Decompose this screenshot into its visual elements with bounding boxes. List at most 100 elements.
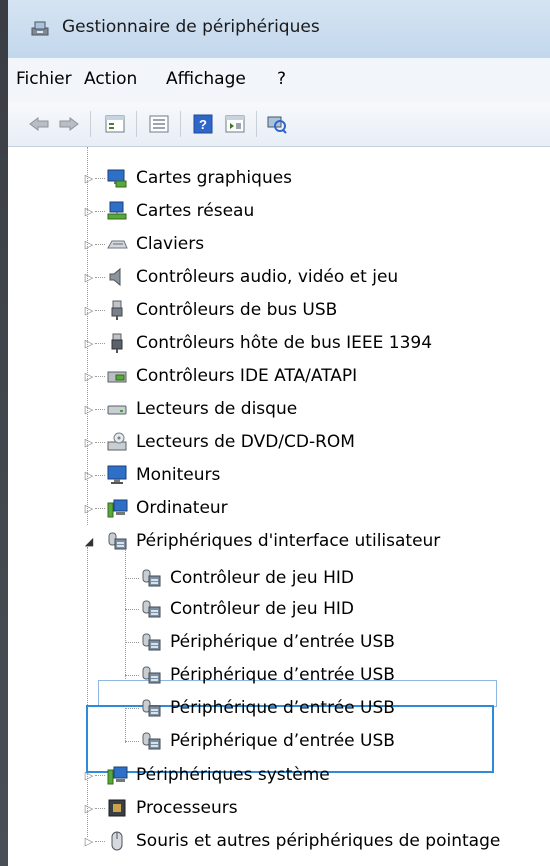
tree-item-label[interactable]: Claviers <box>136 234 204 254</box>
expand-arrow-icon[interactable]: ▷ <box>82 204 96 218</box>
scan-hardware-icon[interactable] <box>264 111 290 137</box>
title-bar[interactable]: Gestionnaire de périphériques <box>8 0 550 58</box>
processor-icon <box>108 799 126 817</box>
tree-item-label[interactable]: Périphériques système <box>136 765 330 785</box>
tree-line <box>95 442 105 444</box>
device-tree[interactable]: ▷ Cartes graphiques ▷ Cartes réseau ▷ Cl… <box>8 147 550 866</box>
tree-child-label[interactable]: Périphérique d’entrée USB <box>170 698 395 718</box>
action-pane-icon[interactable] <box>222 111 248 137</box>
tree-item-label[interactable]: Cartes graphiques <box>136 168 292 188</box>
expand-arrow-icon[interactable]: ▷ <box>82 369 96 383</box>
firewire-connector-icon <box>111 333 123 353</box>
monitor-icon <box>107 465 127 484</box>
toolbar-separator <box>136 111 137 137</box>
tree-line <box>95 841 105 843</box>
tree-line <box>125 578 139 580</box>
expand-arrow-icon[interactable]: ▷ <box>82 237 96 251</box>
svg-text:?: ? <box>199 117 207 132</box>
tree-line <box>95 508 105 510</box>
tree-line <box>125 642 139 644</box>
computer-icon <box>107 499 128 518</box>
tree-line <box>87 547 89 837</box>
expand-arrow-icon[interactable]: ▷ <box>82 468 96 482</box>
speaker-icon <box>109 267 121 287</box>
properties-view-icon[interactable] <box>102 111 128 137</box>
ide-controller-icon <box>107 371 127 383</box>
tree-item-label[interactable]: Processeurs <box>136 798 238 818</box>
collapse-arrow-icon[interactable]: ◢ <box>82 534 96 548</box>
tree-item-label[interactable]: Moniteurs <box>136 465 220 485</box>
tree-item-label[interactable]: Contrôleurs audio, vidéo et jeu <box>136 267 398 287</box>
tree-line <box>125 609 139 611</box>
expand-arrow-icon[interactable]: ▷ <box>82 768 96 782</box>
keyboard-icon <box>107 240 128 249</box>
back-arrow-icon[interactable] <box>26 111 52 137</box>
expand-arrow-icon[interactable]: ▷ <box>82 336 96 350</box>
expand-arrow-icon[interactable]: ▷ <box>82 270 96 284</box>
tree-line <box>125 741 139 743</box>
dvd-drive-icon <box>107 432 127 451</box>
tree-line <box>95 211 105 213</box>
hid-device-icon <box>142 732 161 750</box>
tree-line <box>95 244 105 246</box>
hid-device-icon <box>108 532 127 550</box>
usb-connector-icon <box>111 300 123 320</box>
tree-item-label[interactable]: Périphériques d'interface utilisateur <box>136 531 440 551</box>
tree-item-label[interactable]: Lecteurs de DVD/CD-ROM <box>136 432 355 452</box>
menu-action[interactable]: Action <box>84 69 137 89</box>
tree-item-label[interactable]: Souris et autres périphériques de pointa… <box>136 831 500 851</box>
tree-item-label[interactable]: Lecteurs de disque <box>136 399 297 419</box>
tree-line <box>95 376 105 378</box>
tree-line <box>95 775 105 777</box>
toolbar: ? <box>8 102 550 147</box>
tree-item-label[interactable]: Contrôleurs de bus USB <box>136 300 337 320</box>
disk-drive-icon <box>107 405 127 415</box>
tree-child-label[interactable]: Périphérique d’entrée USB <box>170 731 395 751</box>
tree-child-label[interactable]: Périphérique d’entrée USB <box>170 665 395 685</box>
tree-line <box>95 343 105 345</box>
hid-device-icon <box>142 633 161 651</box>
expand-arrow-icon[interactable]: ▷ <box>82 402 96 416</box>
tree-line <box>95 475 105 477</box>
window-frame-left <box>0 0 8 866</box>
tree-child-label[interactable]: Périphérique d’entrée USB <box>170 632 395 652</box>
tree-item-label[interactable]: Contrôleurs IDE ATA/ATAPI <box>136 366 357 386</box>
help-icon[interactable]: ? <box>190 111 216 137</box>
menu-bar: Fichier Action Affichage ? <box>8 58 550 103</box>
hid-device-icon <box>142 699 161 717</box>
tree-line <box>95 409 105 411</box>
expand-arrow-icon[interactable]: ▷ <box>82 435 96 449</box>
toolbar-separator <box>180 111 181 137</box>
tree-item-label[interactable]: Cartes réseau <box>136 201 254 221</box>
expand-arrow-icon[interactable]: ▷ <box>82 171 96 185</box>
tree-item-label[interactable]: Contrôleurs hôte de bus IEEE 1394 <box>136 333 432 353</box>
device-manager-icon <box>31 21 49 36</box>
expand-arrow-icon[interactable]: ▷ <box>82 501 96 515</box>
hid-device-icon <box>142 600 161 618</box>
display-adapter-icon <box>107 169 127 188</box>
tree-line <box>95 178 105 180</box>
toolbar-separator <box>256 111 257 137</box>
hid-device-icon <box>142 569 161 587</box>
menu-fichier[interactable]: Fichier <box>16 69 72 89</box>
expand-arrow-icon[interactable]: ▷ <box>82 303 96 317</box>
tree-child-label[interactable]: Contrôleur de jeu HID <box>170 599 354 619</box>
tree-line <box>125 708 139 710</box>
tree-item-label[interactable]: Ordinateur <box>136 498 228 518</box>
menu-affichage[interactable]: Affichage <box>166 69 246 89</box>
system-device-icon <box>107 766 128 785</box>
expand-arrow-icon[interactable]: ▷ <box>82 834 96 848</box>
expand-arrow-icon[interactable]: ▷ <box>82 801 96 815</box>
hid-device-icon <box>142 666 161 684</box>
tree-line <box>95 808 105 810</box>
tree-child-label[interactable]: Contrôleur de jeu HID <box>170 568 354 588</box>
show-hide-console-tree-icon[interactable] <box>146 111 172 137</box>
tree-line <box>95 277 105 279</box>
forward-arrow-icon[interactable] <box>56 111 82 137</box>
tree-line <box>95 310 105 312</box>
toolbar-separator <box>90 111 91 137</box>
window-title: Gestionnaire de périphériques <box>62 17 320 37</box>
menu-help[interactable]: ? <box>277 69 286 89</box>
tree-line <box>125 675 139 677</box>
network-adapter-icon <box>107 201 127 220</box>
